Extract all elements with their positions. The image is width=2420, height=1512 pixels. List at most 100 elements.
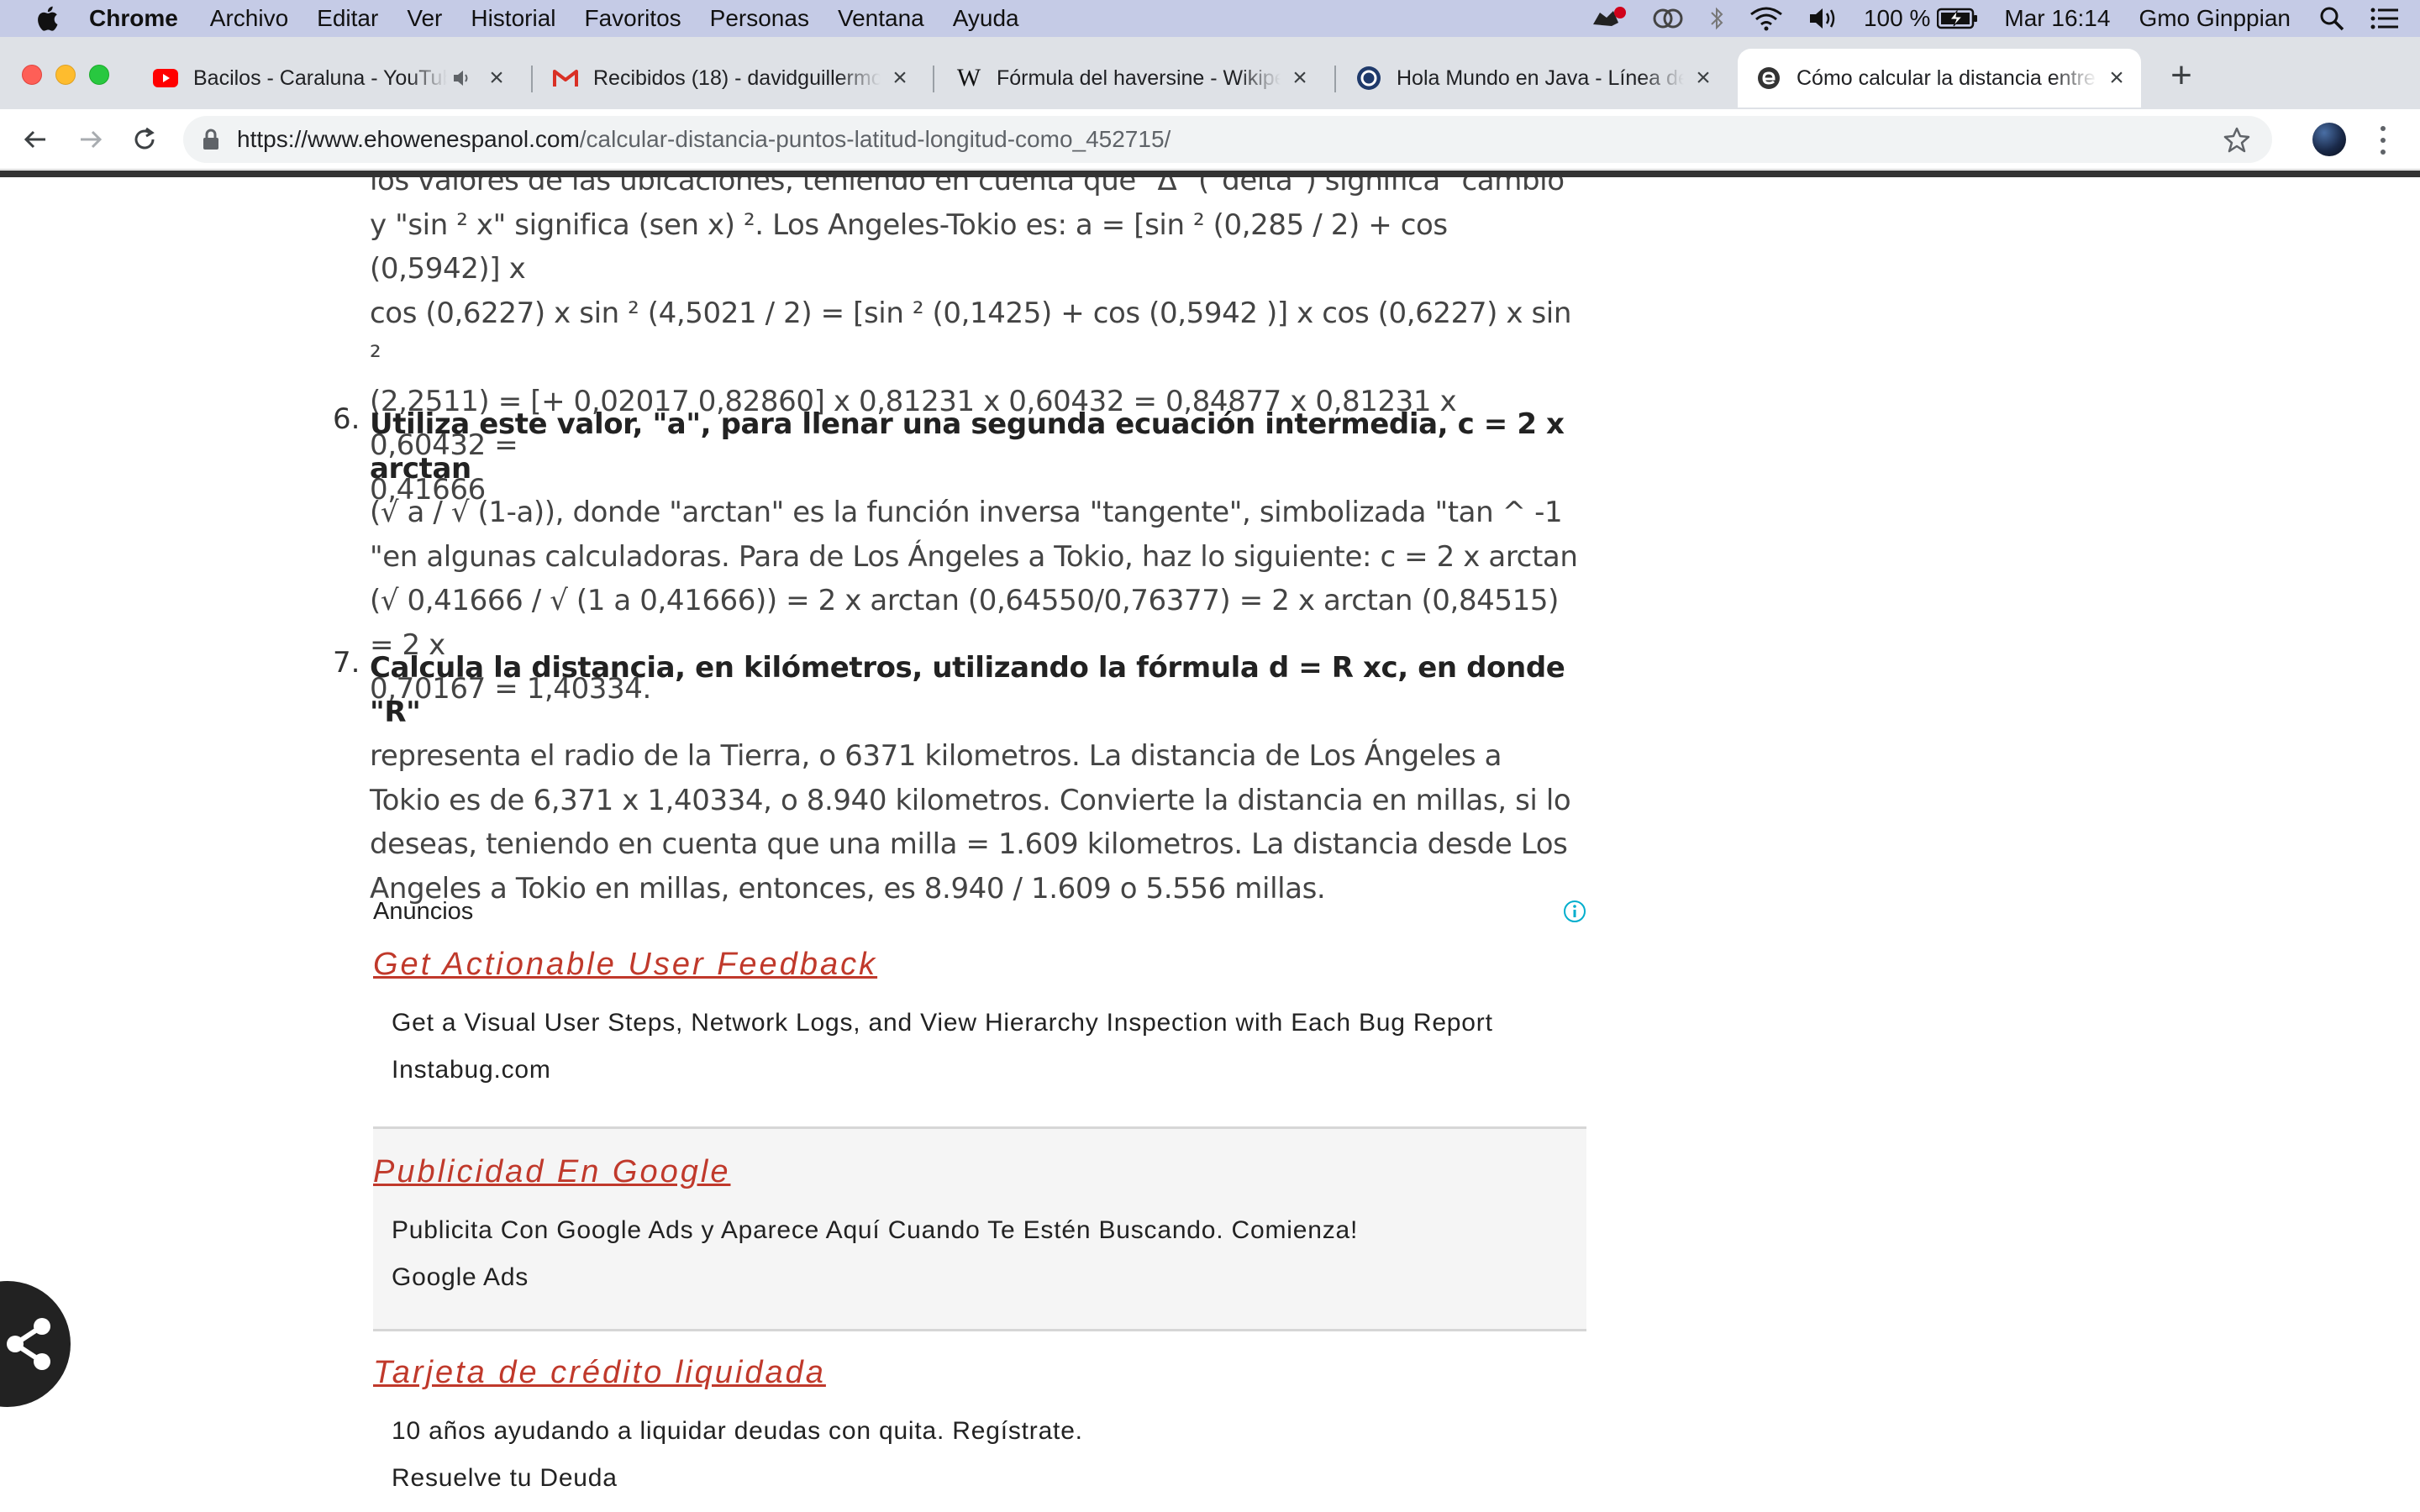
ads-label: Anuncios <box>373 898 474 925</box>
tab-java[interactable]: Hola Mundo en Java - Línea de × <box>1338 49 1728 108</box>
menu-ventana[interactable]: Ventana <box>838 5 924 32</box>
text-line: deseas, teniendo en cuenta que una milla… <box>370 827 1568 861</box>
step-number: 6. <box>333 402 360 436</box>
menu-dot <box>2381 138 2386 143</box>
ad-source[interactable]: Resuelve tu Deuda <box>392 1464 618 1493</box>
tab-close-icon[interactable]: × <box>2104 64 2129 92</box>
back-arrow-icon <box>24 130 45 149</box>
reload-button[interactable] <box>126 121 163 158</box>
tab-close-icon[interactable]: × <box>887 64 913 92</box>
tab-separator <box>933 66 934 92</box>
ad-description[interactable]: Publicita Con Google Ads y Aparece Aquí … <box>392 1216 1358 1245</box>
tab-wikipedia[interactable]: W Fórmula del haversine - Wikipedia × <box>938 49 1324 108</box>
tab-title: Recibidos (18) - davidguillermo <box>593 66 881 90</box>
ad-item[interactable]: Tarjeta de crédito liquidada 10 años ayu… <box>373 1333 1586 1512</box>
forward-button[interactable] <box>72 121 109 158</box>
lock-icon[interactable] <box>202 128 220 151</box>
menu-dot <box>2381 150 2386 155</box>
volume-icon[interactable] <box>1808 6 1839 31</box>
menu-personas[interactable]: Personas <box>710 5 809 32</box>
site-icon <box>1356 66 1381 91</box>
tab-gmail[interactable]: Recibidos (18) - davidguillermo × <box>534 49 924 108</box>
tab-title: Bacilos - Caraluna - YouTube <box>193 66 447 90</box>
battery-percent[interactable]: 100 % <box>1864 5 1930 32</box>
page-header-line <box>0 171 2420 177</box>
menu-ayuda[interactable]: Ayuda <box>953 5 1019 32</box>
macos-menu-bar: Chrome Archivo Editar Ver Historial Favo… <box>0 0 2420 37</box>
url-path: /calcular-distancia-puntos-latitud-longi… <box>579 126 1171 152</box>
ad-source[interactable]: Google Ads <box>392 1263 529 1292</box>
spotlight-search-icon[interactable] <box>2319 6 2344 31</box>
ad-title-link[interactable]: Get Actionable User Feedback <box>373 947 877 983</box>
clock[interactable]: Mar 16:14 <box>2004 5 2110 32</box>
ad-description[interactable]: Get a Visual User Steps, Network Logs, a… <box>392 1009 1493 1037</box>
bluetooth-icon[interactable] <box>1709 6 1724 31</box>
tab-ehow-active[interactable]: Cómo calcular la distancia entre × <box>1738 49 2141 108</box>
profile-avatar[interactable] <box>2312 123 2346 156</box>
article-step-7: 7. Calcula la distancia, en kilómetros, … <box>333 646 1580 911</box>
tab-title: Hola Mundo en Java - Línea de <box>1397 66 1684 90</box>
ad-description[interactable]: 10 años ayudando a liquidar deudas con q… <box>392 1417 1083 1446</box>
text-line: los valores de las ubicaciones, teniendo… <box>370 177 1577 197</box>
menu-app-chrome[interactable]: Chrome <box>89 5 178 32</box>
ad-item[interactable]: Publicidad En Google Publicita Con Googl… <box>373 1126 1586 1331</box>
bookmark-star-icon[interactable] <box>2223 126 2250 157</box>
tab-close-icon[interactable]: × <box>1287 64 1313 92</box>
ad-title-link[interactable]: Tarjeta de crédito liquidada <box>373 1355 826 1391</box>
window-minimize-button[interactable] <box>55 65 76 85</box>
menu-dot <box>2381 126 2386 131</box>
step-heading: Utiliza este valor, "a", para llenar una… <box>370 402 1580 491</box>
apple-logo-icon[interactable] <box>35 5 59 32</box>
step-bold-text: Calcula la distancia, en kilómetros, uti… <box>370 651 1565 729</box>
menu-historial[interactable]: Historial <box>471 5 555 32</box>
battery-icon[interactable] <box>1937 8 1979 29</box>
youtube-icon <box>153 66 178 91</box>
text-line: representa el radio de la Tierra, o 6371… <box>370 739 1502 773</box>
creative-cloud-icon[interactable] <box>1652 7 1684 30</box>
window-close-button[interactable] <box>22 65 42 85</box>
menu-ver[interactable]: Ver <box>407 5 442 32</box>
ad-info-icon[interactable] <box>1563 900 1586 923</box>
reload-icon <box>134 127 155 150</box>
share-button[interactable] <box>0 1281 71 1407</box>
share-icon <box>7 1318 50 1370</box>
step-bold-text: Utiliza este valor, "a", para llenar una… <box>370 407 1565 486</box>
browser-toolbar: https://www.ehowenespanol.com/calcular-d… <box>0 109 2420 170</box>
text-line: Tokio es de 6,371 x 1,40334, o 8.940 kil… <box>370 783 1571 817</box>
url-host: https://www.ehowenespanol.com <box>237 126 580 152</box>
tab-separator <box>531 66 533 92</box>
text-line: Angeles a Tokio en millas, entonces, es … <box>370 871 1326 906</box>
url-text[interactable]: https://www.ehowenespanol.com/calcular-d… <box>237 126 1171 153</box>
new-tab-button[interactable]: + <box>2163 57 2200 96</box>
tab-strip: Bacilos - Caraluna - YouTube × Recibidos… <box>0 37 2420 109</box>
ad-source[interactable]: Instabug.com <box>392 1056 551 1084</box>
step-heading: Calcula la distancia, en kilómetros, uti… <box>370 646 1580 734</box>
step-7-text: Calcula la distancia, en kilómetros, uti… <box>370 646 1580 911</box>
text-line: (√ a / √ (1-a)), donde "arctan" es la fu… <box>370 496 1563 529</box>
ad-title-link[interactable]: Publicidad En Google <box>373 1154 730 1190</box>
menu-archivo[interactable]: Archivo <box>210 5 288 32</box>
tab-youtube[interactable]: Bacilos - Caraluna - YouTube × <box>134 49 521 108</box>
user-name[interactable]: Gmo Ginppian <box>2139 5 2291 32</box>
recording-icon[interactable] <box>1590 6 1627 31</box>
chrome-menu-button[interactable] <box>2375 126 2391 155</box>
page-content[interactable]: los valores de las ubicaciones, teniendo… <box>0 177 2420 1512</box>
speaker-icon[interactable] <box>452 69 477 87</box>
text-line: y "sin ² x" significa (sen x) ². Los Ang… <box>370 207 1448 286</box>
wifi-icon[interactable] <box>1749 6 1783 31</box>
tab-close-icon[interactable]: × <box>1691 64 1716 92</box>
menu-favoritos[interactable]: Favoritos <box>585 5 681 32</box>
step-number: 7. <box>333 646 360 680</box>
tab-title: Fórmula del haversine - Wikipedia <box>997 66 1281 90</box>
ehow-icon <box>1756 66 1781 91</box>
address-bar[interactable]: https://www.ehowenespanol.com/calcular-d… <box>183 116 2272 163</box>
back-button[interactable] <box>17 121 54 158</box>
menu-editar[interactable]: Editar <box>317 5 378 32</box>
gmail-icon <box>553 66 578 91</box>
tab-separator <box>1334 66 1336 92</box>
forward-arrow-icon <box>81 130 103 149</box>
tab-close-icon[interactable]: × <box>484 64 509 92</box>
window-zoom-button[interactable] <box>89 65 109 85</box>
notification-center-icon[interactable] <box>2370 7 2400 30</box>
wikipedia-icon: W <box>956 64 981 92</box>
